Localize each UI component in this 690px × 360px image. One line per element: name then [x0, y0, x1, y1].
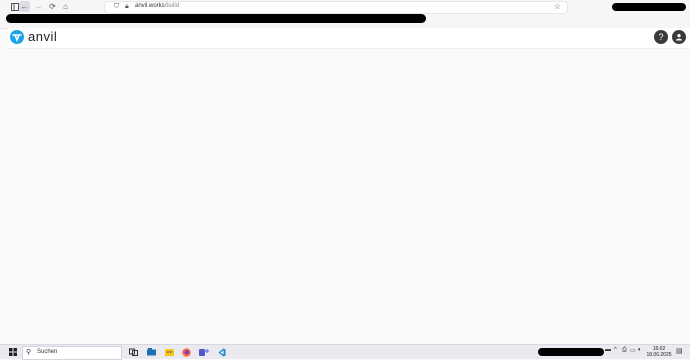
redacted-tray-items [538, 348, 604, 356]
back-icon[interactable]: ← [19, 1, 30, 12]
search-label: Suchen [37, 349, 58, 355]
taskbar-clock[interactable]: 16:02 18.06.2025 [646, 346, 672, 358]
star-icon[interactable]: ☆ [554, 2, 561, 11]
teams-icon[interactable] [199, 347, 209, 357]
lock-icon[interactable]: 🔒︎ [125, 3, 129, 11]
printer-icon[interactable]: ⎙ [622, 347, 627, 354]
keyboard-icon[interactable]: ▬ [605, 347, 611, 353]
help-button[interactable]: ? [654, 30, 668, 44]
address-bar[interactable]: ⛉ 🔒︎ anvil.works/build ☆ [104, 1, 568, 14]
app-header: anvil ? [8, 28, 690, 49]
browser-toolbar: ← → ⟳ ⌂ ⛉ 🔒︎ anvil.works/build ☆ [0, 0, 690, 29]
task-view-icon[interactable] [128, 347, 138, 357]
windows-start-icon[interactable] [8, 347, 18, 357]
redacted-profile [612, 3, 686, 11]
file-explorer-icon[interactable] [146, 347, 156, 357]
volume-icon[interactable]: 🔈︎ [638, 347, 642, 354]
reload-icon[interactable]: ⟳ [47, 1, 58, 12]
home-icon[interactable]: ⌂ [60, 1, 71, 12]
clock-date: 18.06.2025 [646, 352, 672, 358]
taskbar: ⚲ Suchen ▬ ^ ⎙ ▭ 🔈︎ 16:02 18.06.2025 ▤ [0, 344, 690, 360]
account-button[interactable] [672, 30, 686, 44]
url-domain: anvil.works [135, 3, 165, 9]
vscode-icon[interactable] [216, 347, 226, 357]
shield-icon[interactable]: ⛉ [114, 3, 119, 11]
anvil-logo-icon[interactable] [10, 30, 24, 44]
search-icon: ⚲ [26, 349, 32, 356]
notification-icon[interactable]: ▤ [676, 347, 683, 355]
forward-icon[interactable]: → [33, 1, 44, 12]
network-icon[interactable]: ▭ [630, 347, 636, 354]
redacted-tabs [6, 14, 426, 23]
logo-text[interactable]: anvil [28, 29, 57, 44]
url-text[interactable]: anvil.works/build [135, 3, 179, 9]
help-icon: ? [658, 32, 664, 42]
main-content [8, 49, 690, 344]
user-icon [676, 34, 682, 41]
store-icon[interactable] [164, 347, 174, 357]
tray-chevron-icon[interactable]: ^ [614, 347, 617, 353]
firefox-icon[interactable] [181, 347, 191, 357]
url-path: /build [164, 3, 180, 9]
